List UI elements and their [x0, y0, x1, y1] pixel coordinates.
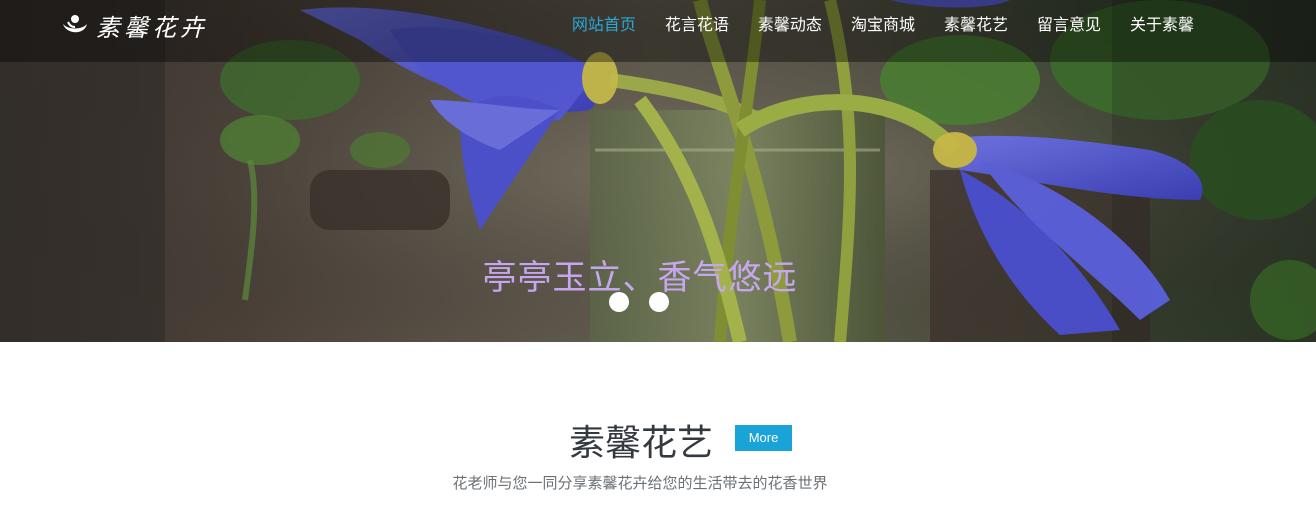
nav-item-news[interactable]: 素馨动态	[758, 14, 822, 36]
nav-item-floral-art[interactable]: 素馨花艺	[944, 14, 1008, 36]
flower-logo-icon	[60, 10, 90, 40]
section-header: 素馨花艺 More	[0, 412, 1316, 464]
nav-item-taobao-mall[interactable]: 淘宝商城	[851, 14, 915, 36]
top-navbar: 素馨花卉 网站首页 花言花语 素馨动态 淘宝商城 素馨花艺 留言意见 关于素馨	[0, 0, 1316, 62]
logo-text: 素馨花卉	[96, 13, 208, 42]
hero-banner: 素馨花卉 网站首页 花言花语 素馨动态 淘宝商城 素馨花艺 留言意见 关于素馨 …	[0, 0, 1316, 342]
nav-item-about[interactable]: 关于素馨	[1130, 14, 1194, 36]
carousel-dot-1[interactable]	[609, 292, 629, 312]
site-logo[interactable]: 素馨花卉	[60, 10, 208, 42]
nav-item-flower-language[interactable]: 花言花语	[665, 14, 729, 36]
section-subtitle: 花老师与您一同分享素馨花卉给您的生活带去的花香世界	[452, 474, 828, 492]
carousel-dot-2[interactable]	[649, 292, 669, 312]
nav-item-feedback[interactable]: 留言意见	[1037, 14, 1101, 36]
more-button[interactable]: More	[735, 425, 792, 451]
main-nav: 网站首页 花言花语 素馨动态 淘宝商城 素馨花艺 留言意见 关于素馨	[543, 14, 1194, 36]
section-title: 素馨花艺	[569, 423, 714, 464]
carousel-indicators	[609, 292, 669, 312]
nav-item-home[interactable]: 网站首页	[572, 14, 636, 36]
